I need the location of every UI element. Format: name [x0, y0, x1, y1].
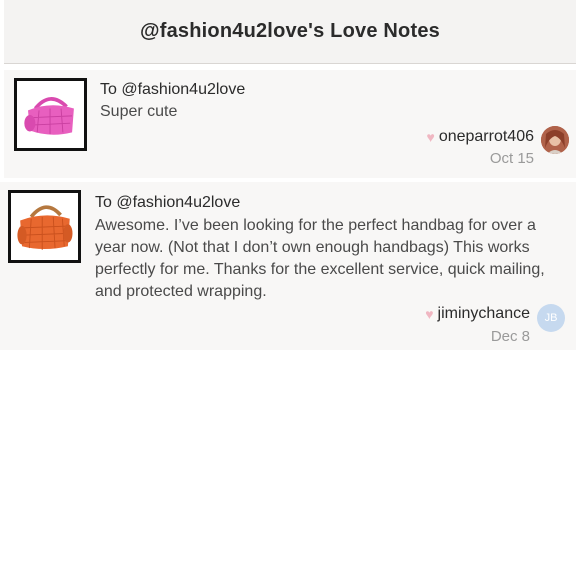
note-author[interactable]: ♥ jiminychance	[425, 305, 530, 323]
initials-avatar[interactable]: JB	[537, 304, 565, 332]
author-username[interactable]: oneparrot406	[439, 128, 534, 146]
page-title: @fashion4u2love's Love Notes	[140, 20, 440, 42]
love-note: To @fashion4u2love Super cute ♥ oneparro…	[4, 70, 576, 178]
note-recipient[interactable]: To @fashion4u2love	[100, 81, 245, 99]
note-date: Oct 15	[489, 150, 534, 167]
author-username[interactable]: jiminychance	[438, 305, 530, 323]
user-photo-avatar[interactable]	[541, 126, 569, 154]
avatar-photo-icon	[541, 126, 569, 154]
note-message: Awesome. I’ve been looking for the perfe…	[95, 217, 545, 300]
page-header: @fashion4u2love's Love Notes	[4, 0, 576, 64]
note-recipient[interactable]: To @fashion4u2love	[95, 194, 240, 212]
pink-handbag-thumbnail[interactable]	[14, 78, 87, 151]
orange-handbag-thumbnail[interactable]	[8, 190, 81, 263]
heart-icon: ♥	[425, 306, 434, 322]
orange-handbag-icon	[11, 193, 78, 260]
heart-icon: ♥	[426, 129, 435, 145]
note-date: Dec 8	[490, 328, 530, 345]
pink-handbag-icon	[17, 81, 84, 148]
note-message: Super cute	[100, 103, 178, 120]
love-note: To @fashion4u2love Awesome. I’ve been lo…	[0, 182, 576, 350]
note-author[interactable]: ♥ oneparrot406	[427, 128, 535, 146]
